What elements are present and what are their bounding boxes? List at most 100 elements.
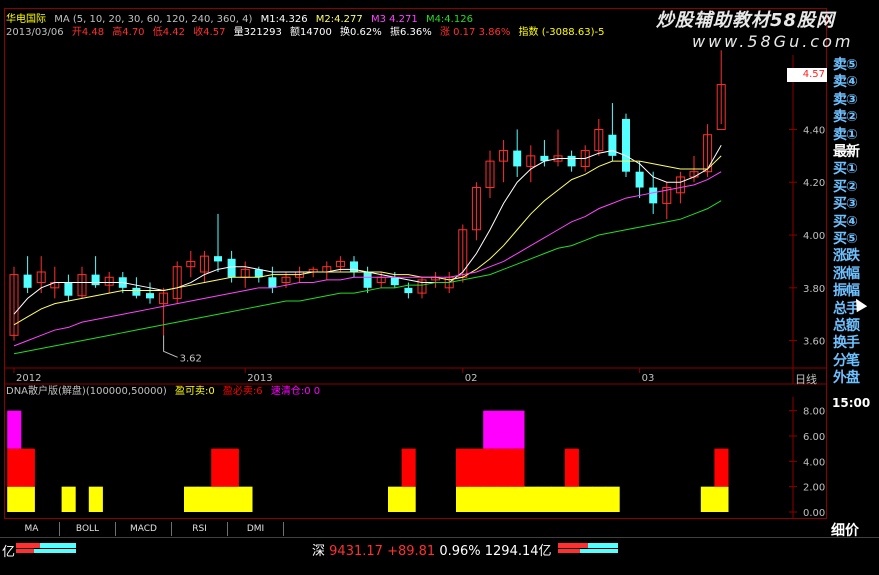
- market-name: 深: [312, 544, 326, 559]
- indicator-bar-盈可卖: [524, 486, 539, 512]
- indicator-bar-盈可卖: [211, 486, 226, 512]
- indicator-bar-速清仓: [7, 410, 22, 449]
- market-index: 9431.17: [329, 544, 383, 559]
- candle-body: [214, 256, 222, 262]
- sub-y-tick-label: 2.00: [803, 483, 825, 494]
- y-tick-label: 3.60: [803, 337, 825, 348]
- sub-y-tick-label: 8.00: [803, 407, 825, 418]
- y-tick-label: 4.20: [803, 178, 825, 189]
- ma-line-3: [13, 171, 722, 347]
- indicator-bar-盈可卖: [537, 486, 552, 512]
- indicator-bar-盈必卖: [564, 448, 579, 487]
- indicator-bar-速清仓: [483, 410, 498, 449]
- candle-body: [350, 261, 358, 272]
- indicator-bar-盈可卖: [197, 486, 212, 512]
- indicator-bar-盈可卖: [469, 486, 484, 512]
- indicator-bar-盈必卖: [456, 448, 471, 487]
- candle-body: [23, 274, 32, 288]
- x-tick-label: 03: [642, 373, 655, 384]
- indicator-bar-盈必卖: [224, 448, 239, 487]
- indicator-bar-盈可卖: [184, 486, 199, 512]
- market-amount: 1294.14亿: [484, 544, 552, 559]
- tab-dmi[interactable]: DMI: [228, 522, 284, 536]
- market-pct: 0.96%: [439, 544, 481, 559]
- candle-body: [649, 187, 658, 204]
- indicator-bar-盈可卖: [592, 486, 607, 512]
- x-tick-label: 2012: [16, 373, 41, 384]
- candle-body: [132, 287, 141, 296]
- indicator-bar-盈可卖: [483, 486, 498, 512]
- indicator-tabs: MA BOLL MACD RSI DMI: [4, 522, 284, 536]
- indicator-bar-盈可卖: [510, 486, 525, 512]
- indicator-bar-盈可卖: [456, 486, 471, 512]
- indicator-bar-盈可卖: [7, 486, 22, 512]
- candle-body: [146, 293, 154, 299]
- indicator-bar-盈必卖: [483, 448, 498, 487]
- y-tick-label: 4.40: [803, 125, 825, 136]
- indicator-bar-速清仓: [496, 410, 511, 449]
- indicator-bar-盈可卖: [564, 486, 579, 512]
- indicator-title[interactable]: DNA散户版(解盘)(100000,50000): [6, 386, 167, 397]
- indicator-bar-盈必卖: [7, 448, 22, 487]
- period-label[interactable]: 日线: [795, 371, 817, 387]
- ma-line-2: [13, 155, 722, 326]
- sub-y-tick-label: 0.00: [803, 508, 825, 519]
- candle-body: [227, 258, 236, 278]
- legend-sell-ok: 盈可卖:0: [174, 386, 215, 397]
- x-tick-label: 02: [465, 373, 478, 384]
- legend-clear: 速清仓:0 0: [270, 386, 321, 397]
- candle-body: [254, 269, 263, 278]
- tab-ma[interactable]: MA: [4, 522, 60, 536]
- indicator-bar-盈必卖: [469, 448, 484, 487]
- quote-side-panel: 卖⑤ 卖④ 卖③ 卖② 卖① 最新 买① 买② 买③ 买④ 买⑤ 涨跌 涨幅 振幅 总手 总额 换手 分笔 外盘: [829, 55, 875, 389]
- candle-body: [404, 287, 413, 294]
- time-label: 15:00: [832, 396, 871, 410]
- candle-body: [608, 134, 617, 156]
- candle-body: [567, 155, 576, 167]
- indicator-bar-盈可卖: [551, 486, 566, 512]
- tab-boll[interactable]: BOLL: [60, 522, 116, 536]
- market-strength-bar-2: [558, 543, 618, 553]
- sub-y-tick-label: 6.00: [803, 432, 825, 443]
- y-tick-label: 3.80: [803, 284, 825, 295]
- indicator-bar-盈可卖: [700, 486, 715, 512]
- indicator-bar-盈可卖: [714, 486, 729, 512]
- indicator-bar-盈可卖: [605, 486, 620, 512]
- indicator-bar-盈必卖: [714, 448, 729, 487]
- tab-rsi[interactable]: RSI: [172, 522, 228, 536]
- candle-body: [635, 171, 644, 188]
- indicator-bar-盈可卖: [578, 486, 593, 512]
- indicator-bar-盈可卖: [238, 486, 253, 512]
- indicator-bar-盈必卖: [401, 448, 416, 487]
- legend-sell-must: 盈必卖:6: [222, 386, 263, 397]
- panel-item-18[interactable]: 外盘: [833, 368, 875, 388]
- market-change: +89.81: [387, 544, 436, 559]
- candle-body: [268, 277, 277, 288]
- indicator-bar-速清仓: [510, 410, 525, 449]
- market-summary[interactable]: 深 9431.17 +89.81 0.96% 1294.14亿: [312, 540, 552, 559]
- candle-body: [64, 282, 73, 296]
- low-annotation-line: [163, 335, 178, 358]
- indicator-bar-盈必卖: [20, 448, 35, 487]
- candle-body: [622, 118, 630, 172]
- market-strength-bar: [16, 543, 76, 553]
- indicator-bar-盈可卖: [496, 486, 511, 512]
- low-annotation-label: 3.62: [180, 353, 202, 364]
- x-tick-label: 2013: [247, 373, 272, 384]
- candle-body: [513, 150, 522, 167]
- y-tick-label: 4.00: [803, 231, 825, 242]
- indicator-bar-盈可卖: [20, 486, 35, 512]
- candlestick-chart[interactable]: 3.60 3.80 4.00 4.20 4.40 2012 2013 02 03 3.62 0.00…: [0, 0, 879, 574]
- indicator-bar-盈可卖: [88, 486, 103, 512]
- tab-macd[interactable]: MACD: [116, 522, 172, 536]
- indicator-bar-盈必卖: [510, 448, 525, 487]
- indicator-bar-盈可卖: [61, 486, 76, 512]
- candle-body: [363, 271, 372, 288]
- status-left-label: 亿: [2, 545, 16, 560]
- sub-y-tick-label: 4.00: [803, 457, 825, 468]
- indicator-bar-盈可卖: [388, 486, 403, 512]
- candle-body: [390, 277, 399, 286]
- candle-body: [91, 274, 100, 286]
- indicator-bar-盈可卖: [224, 486, 239, 512]
- current-price-tag: 4.57: [787, 68, 827, 82]
